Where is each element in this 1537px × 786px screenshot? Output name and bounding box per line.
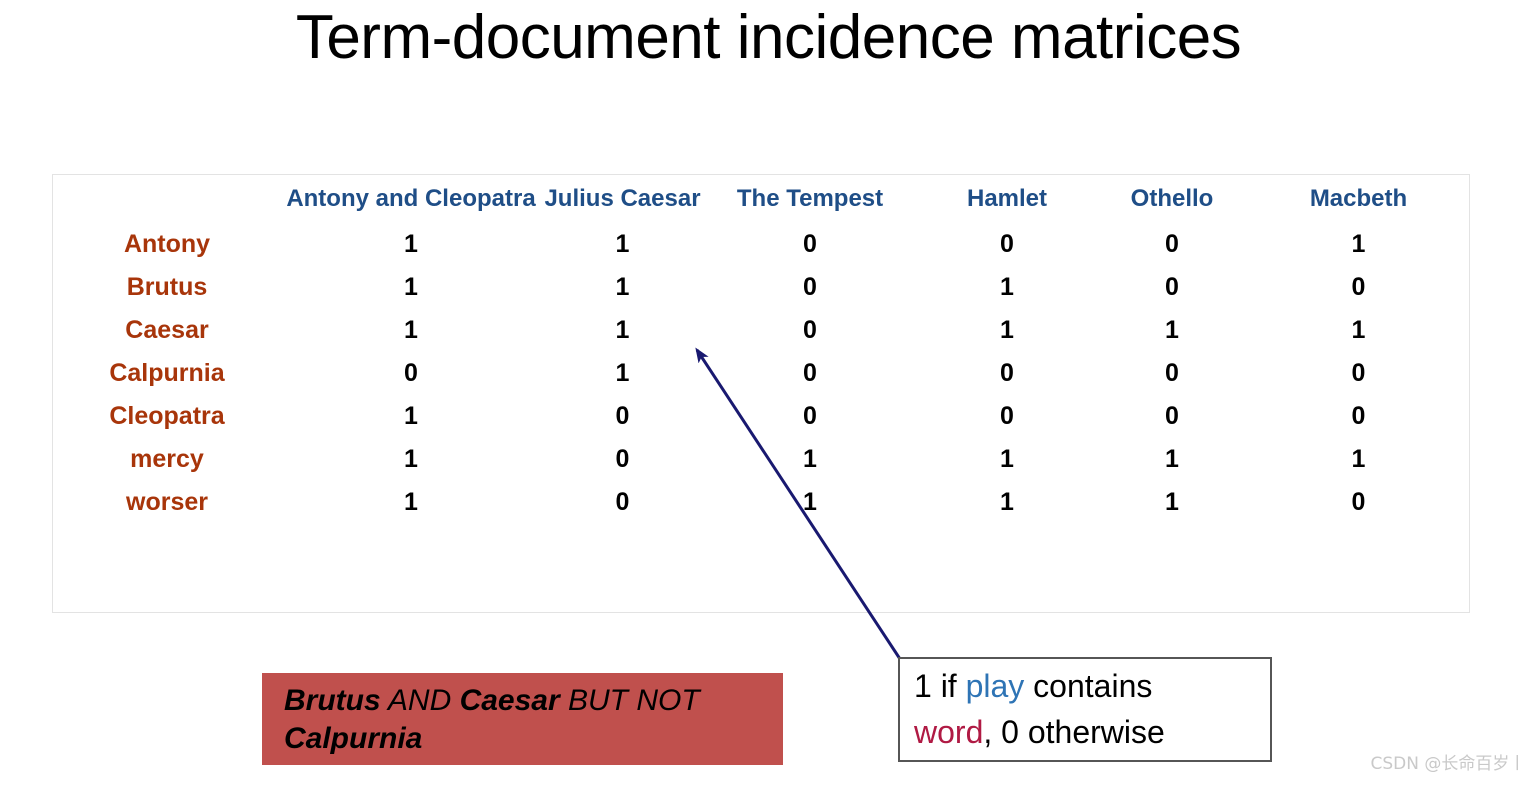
cell: 0: [404, 359, 418, 387]
cell: 1: [404, 445, 418, 473]
cell: 1: [1000, 316, 1014, 344]
query-term-brutus: Brutus: [284, 684, 381, 717]
table-row: Brutus 1 1 0 1 0 0: [53, 266, 1471, 309]
cell: 0: [1165, 359, 1179, 387]
cell: 1: [803, 445, 817, 473]
callout-box: 1 if play contains word, 0 otherwise: [898, 657, 1272, 762]
cell: 1: [1165, 316, 1179, 344]
cell: 1: [404, 402, 418, 430]
table-row: Calpurnia 0 1 0 0 0 0: [53, 352, 1471, 395]
table-row: Cleopatra 1 0 0 0 0 0: [53, 395, 1471, 438]
row-label-antony: Antony: [123, 230, 211, 258]
cell: 0: [615, 402, 630, 430]
cell: 1: [404, 230, 418, 258]
cell: 0: [1351, 402, 1366, 430]
cell: 1: [615, 359, 630, 387]
query-term-caesar: Caesar: [459, 684, 560, 717]
row-label-brutus: Brutus: [126, 273, 208, 301]
cell: 1: [1000, 273, 1014, 301]
callout-suffix: , 0 otherwise: [983, 714, 1165, 751]
callout-word-word: word: [914, 714, 984, 751]
column-header-the-tempest: The Tempest: [736, 185, 884, 212]
callout-prefix: 1 if: [914, 668, 966, 704]
cell: 1: [404, 273, 418, 301]
column-header-macbeth: Macbeth: [1309, 185, 1408, 212]
table-row: mercy 1 0 1 1 1 1: [53, 438, 1471, 481]
cell: 0: [615, 488, 630, 516]
row-label-caesar: Caesar: [125, 316, 209, 344]
cell: 0: [1165, 230, 1179, 258]
column-header-othello: Othello: [1130, 185, 1214, 212]
cell: 0: [803, 316, 817, 344]
cell: 0: [1000, 230, 1014, 258]
cell: 0: [803, 273, 817, 301]
cell: 1: [1351, 445, 1366, 473]
query-operator-and: AND: [380, 684, 460, 717]
cell: 0: [1351, 359, 1366, 387]
cell: 0: [1351, 273, 1366, 301]
cell: 1: [615, 230, 630, 258]
cell: 1: [404, 488, 418, 516]
column-header-julius-caesar: Julius Caesar: [544, 185, 701, 212]
table-row: Antony 1 1 0 0 0 1: [53, 223, 1471, 266]
cell: 0: [803, 230, 817, 258]
cell: 0: [615, 445, 630, 473]
cell: 0: [1351, 488, 1366, 516]
cell: 1: [1351, 230, 1366, 258]
row-label-calpurnia: Calpurnia: [109, 359, 225, 387]
cell: 1: [1000, 488, 1014, 516]
table-row: worser 1 0 1 1 1 0: [53, 481, 1471, 524]
cell: 0: [803, 359, 817, 387]
cell: 0: [1000, 359, 1014, 387]
cell: 1: [615, 273, 630, 301]
matrix-table: Antony and Cleopatra Julius Caesar The T…: [53, 175, 1471, 524]
cell: 1: [1351, 316, 1366, 344]
cell: 1: [1165, 488, 1179, 516]
cell: 0: [1165, 273, 1179, 301]
query-term-calpurnia: Calpurnia: [284, 722, 423, 756]
row-label-cleopatra: Cleopatra: [109, 402, 225, 430]
corner-cell: [53, 175, 281, 223]
callout-play-word: play: [965, 668, 1025, 704]
row-label-worser: worser: [126, 488, 208, 516]
watermark: CSDN @长命百岁ㅣ: [1370, 754, 1525, 774]
column-header-antony-and-cleopatra: Antony and Cleopatra: [286, 185, 536, 212]
cell: 0: [803, 402, 817, 430]
boolean-query-box: Brutus AND Caesar BUT NOT Calpurnia: [262, 673, 783, 765]
callout-middle: contains: [1024, 668, 1153, 704]
cell-caesar-julius-caesar: 1: [615, 316, 630, 344]
cell: 1: [1000, 445, 1014, 473]
cell: 1: [803, 488, 817, 516]
table-row: Caesar 1 1 0 1 1 1: [53, 309, 1471, 352]
page-title: Term-document incidence matrices: [295, 3, 1242, 72]
column-header-hamlet: Hamlet: [966, 185, 1048, 212]
term-document-matrix: Antony and Cleopatra Julius Caesar The T…: [52, 174, 1470, 613]
table-header-row: Antony and Cleopatra Julius Caesar The T…: [53, 175, 1471, 223]
row-label-mercy: mercy: [130, 445, 204, 473]
cell: 0: [1000, 402, 1014, 430]
cell: 1: [404, 316, 418, 344]
query-operator-but-not: BUT NOT: [559, 684, 700, 717]
cell: 1: [1165, 445, 1179, 473]
cell: 0: [1165, 402, 1179, 430]
